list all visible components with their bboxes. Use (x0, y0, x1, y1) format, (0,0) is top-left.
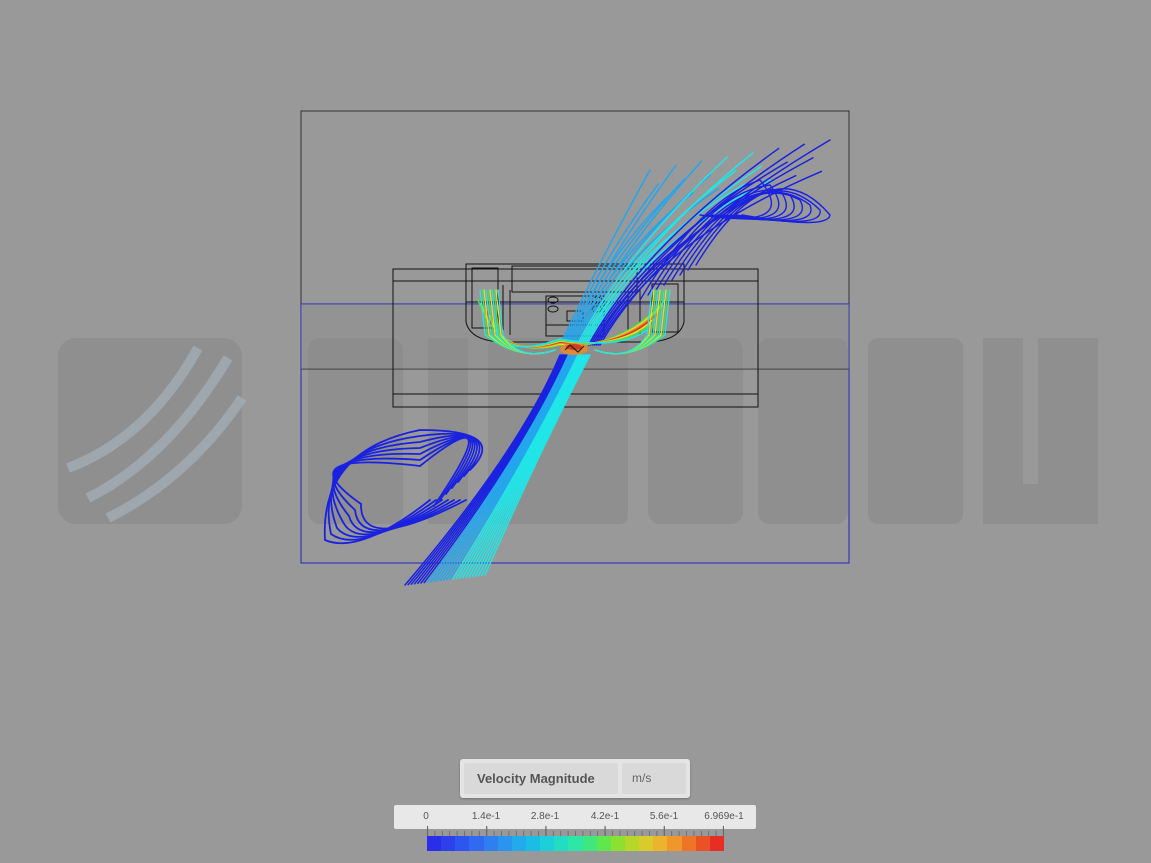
colorbar-tick-label: 1.4e-1 (471, 811, 501, 822)
colorbar-swatch (681, 836, 696, 851)
streamline (468, 354, 585, 578)
colorbar-tick-label: 6.969e-1 (704, 811, 744, 822)
colorbar-swatch (441, 836, 456, 851)
colorbar-swatch (483, 836, 498, 851)
colorbar-ruler (427, 826, 724, 836)
colorbar-swatch (511, 836, 526, 851)
colorbar-tick-label: 2.8e-1 (530, 811, 560, 822)
streamline (332, 436, 474, 534)
streamline (471, 354, 586, 578)
colorbar-swatch (540, 836, 555, 851)
streamline (332, 436, 472, 532)
legend-title-panel[interactable]: Velocity Magnitude m/s (460, 759, 690, 798)
streamline (332, 437, 470, 530)
colorbar-swatch (525, 836, 541, 851)
cfd-scene[interactable] (0, 0, 1151, 863)
legend-unit-label[interactable]: m/s (622, 763, 686, 794)
inlet-marker (560, 343, 588, 355)
colorbar-tick-label: 0 (423, 811, 429, 822)
3d-viewport[interactable]: Velocity Magnitude m/s 0 1.4e-1 2.8e-1 4… (0, 0, 1151, 863)
colorbar-swatch (469, 836, 484, 851)
colorbar (427, 836, 724, 851)
colorbar-swatch (709, 836, 724, 851)
colorbar-swatch (695, 836, 710, 851)
colorbar-swatch (610, 836, 625, 851)
colorbar-swatch (624, 836, 640, 851)
colorbar-swatch (455, 836, 470, 851)
colorbar-tick-label: 4.2e-1 (590, 811, 620, 822)
colorbar-swatch (667, 836, 682, 851)
colorbar-swatch (596, 836, 611, 851)
colorbar-swatch (554, 836, 569, 851)
colorbar-swatch (639, 836, 654, 851)
colorbar-swatch (427, 836, 442, 851)
colorbar-swatch (653, 836, 668, 851)
colorbar-swatch (497, 836, 512, 851)
legend-quantity-label[interactable]: Velocity Magnitude (464, 763, 618, 794)
colorbar-swatch (582, 836, 597, 851)
colorbar-swatch (568, 836, 583, 851)
colorbar-tick-label: 5.6e-1 (649, 811, 679, 822)
streamline (407, 354, 562, 586)
